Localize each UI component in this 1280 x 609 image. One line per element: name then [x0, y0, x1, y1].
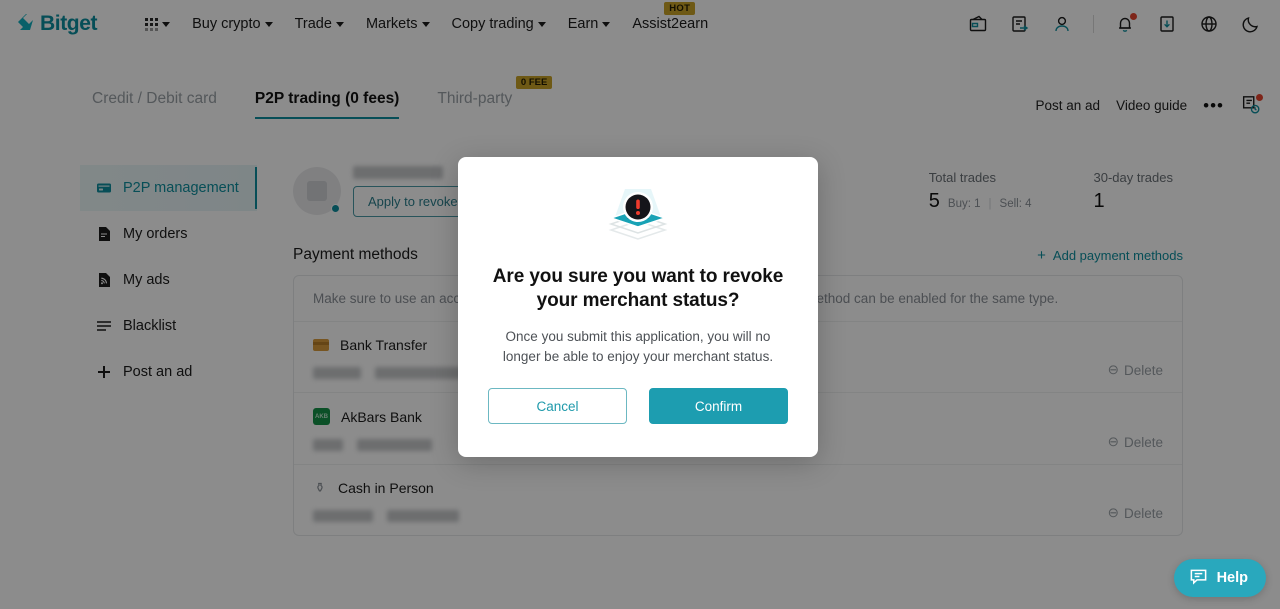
revoke-merchant-status-dialog: Are you sure you want to revoke your mer…	[458, 157, 818, 457]
dialog-actions: Cancel Confirm	[488, 388, 788, 425]
help-label: Help	[1216, 570, 1248, 586]
warning-exclamation-icon	[583, 183, 693, 249]
dialog-message: Once you submit this application, you wi…	[502, 328, 774, 364]
app-root: Bitget Buy crypto Trade Markets Copy tra…	[0, 0, 1280, 609]
help-button[interactable]: Help	[1173, 559, 1266, 597]
dialog-title: Are you sure you want to revoke your mer…	[492, 266, 784, 312]
chat-bubble-icon	[1189, 567, 1208, 590]
cancel-button[interactable]: Cancel	[488, 388, 627, 425]
confirm-button[interactable]: Confirm	[649, 388, 788, 425]
